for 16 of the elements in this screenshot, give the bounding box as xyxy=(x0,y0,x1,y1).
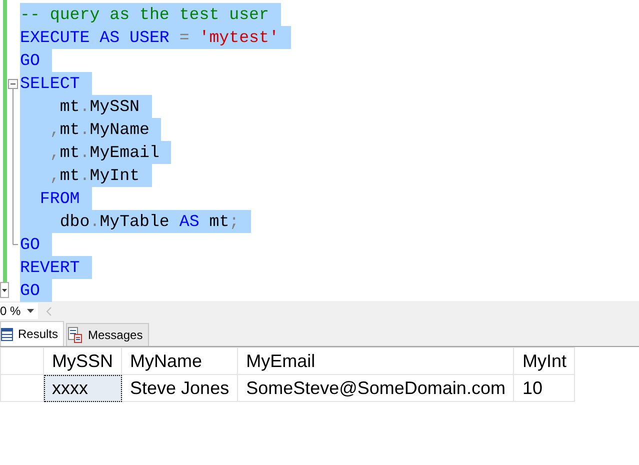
table-cell[interactable]: Steve Jones xyxy=(122,374,238,402)
table-cell[interactable]: SomeSteve@SomeDomain.com xyxy=(238,374,514,402)
results-tab[interactable]: Results xyxy=(0,321,64,346)
messages-tab[interactable]: Messages xyxy=(66,323,149,346)
column-header[interactable]: MyName xyxy=(122,348,238,374)
column-header[interactable]: MyInt xyxy=(514,348,575,374)
scroll-left-icon[interactable] xyxy=(46,306,52,316)
collapse-outline-icon[interactable] xyxy=(8,79,18,245)
scroll-down-icon[interactable] xyxy=(0,282,9,298)
column-header[interactable]: MyEmail xyxy=(238,348,514,374)
grid-icon xyxy=(1,328,13,340)
documents-icon xyxy=(67,327,84,343)
zoom-dropdown[interactable]: 0 % xyxy=(0,303,38,319)
caret-icon xyxy=(27,309,34,313)
table-cell[interactable]: xxxx xyxy=(44,374,122,402)
table-cell[interactable]: 10 xyxy=(514,374,575,402)
